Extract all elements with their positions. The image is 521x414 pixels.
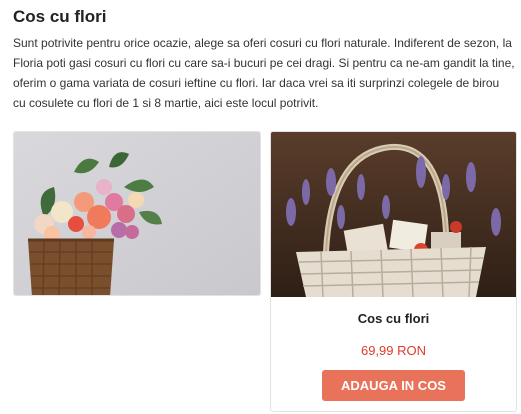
section-title: Cos cu flori (13, 7, 107, 26)
product-price: 69,99 RON (360, 343, 427, 358)
product-name[interactable]: Cos cu flori (271, 311, 516, 326)
section-description: Sunt potrivite pentru orice ocazie, aleg… (13, 36, 515, 110)
product-card[interactable]: Cos cu flori 69,99 RON ADAUGA IN COS (270, 131, 517, 412)
add-to-cart-button[interactable]: ADAUGA IN COS (322, 370, 465, 401)
product-card[interactable] (13, 131, 261, 296)
product-image[interactable] (14, 132, 261, 296)
product-image[interactable] (271, 132, 517, 297)
